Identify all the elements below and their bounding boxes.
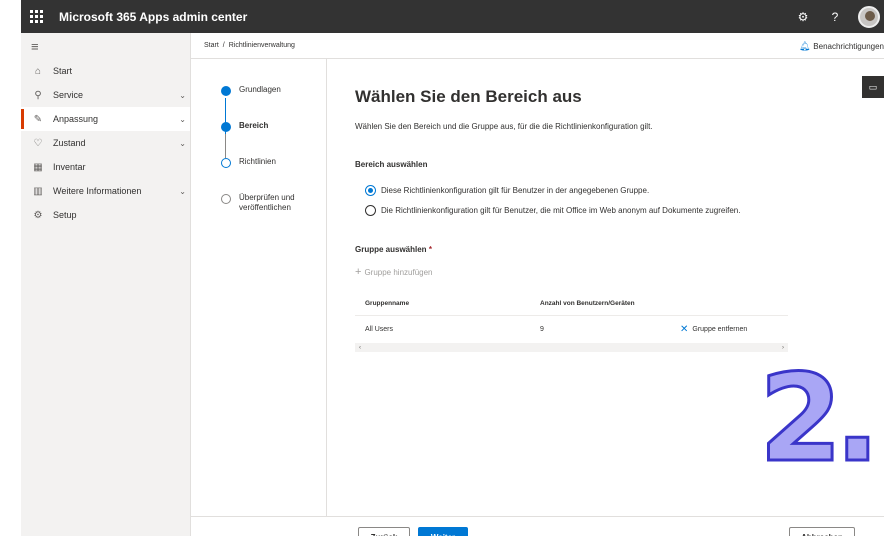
step-label: Grundlagen	[239, 85, 281, 94]
next-button[interactable]: Weiter	[418, 527, 468, 536]
step-grundlagen[interactable]: Grundlagen	[221, 85, 309, 96]
step-next-icon	[221, 158, 231, 168]
sidebar-item-label: Weitere Informationen	[53, 186, 142, 196]
chevron-down-icon[interactable]: ⌄	[179, 139, 186, 148]
horizontal-scrollbar[interactable]: ‹ ›	[355, 343, 788, 352]
sidebar-item-label: Zustand	[53, 138, 86, 148]
step-number-annotation: 2.	[757, 350, 881, 489]
app-window: Microsoft 365 Apps admin center ⚙ ? ≡ ⌂ …	[21, 0, 884, 536]
sidebar-item-service[interactable]: ⚲ Service ⌄	[21, 83, 190, 107]
column-header-user-count[interactable]: Anzahl von Benutzern/Geräten	[540, 291, 635, 315]
inventory-icon: ▦	[33, 161, 43, 173]
cancel-button[interactable]: Abbrechen	[789, 527, 855, 536]
add-group-label: Gruppe hinzufügen	[364, 267, 433, 277]
breadcrumb-separator: /	[222, 42, 225, 49]
step-label: Richtlinien	[239, 157, 276, 166]
sidebar-item-label: Inventar	[53, 162, 86, 172]
feedback-button[interactable]: ▭	[862, 76, 884, 98]
app-launcher-button[interactable]	[21, 0, 51, 33]
sidebar-item-label: Start	[53, 66, 73, 76]
health-icon: ♡	[33, 137, 43, 149]
radio-button-checked[interactable]	[365, 185, 376, 196]
step-label: Überprüfen und veröffentlichen	[239, 193, 295, 212]
step-current-icon	[221, 122, 231, 132]
wizard-stepper: Grundlagen Bereich Richtlinien Überprüfe…	[191, 59, 327, 516]
plus-icon: +	[355, 266, 362, 278]
close-icon: ✕	[680, 323, 689, 335]
gear-icon[interactable]: ⚙	[794, 10, 812, 24]
sidebar-item-zustand[interactable]: ♡ Zustand ⌄	[21, 131, 190, 155]
breadcrumb-home-link[interactable]: Start	[204, 42, 219, 49]
service-icon: ⚲	[34, 89, 42, 101]
cell-user-count: 9	[540, 325, 544, 333]
chevron-down-icon[interactable]: ⌄	[179, 91, 186, 100]
radio-button[interactable]	[365, 205, 376, 216]
scope-option-anonymous[interactable]: Die Richtlinienkonfiguration gilt für Be…	[365, 205, 740, 216]
page-title: Wählen Sie den Bereich aus	[355, 87, 582, 106]
home-icon: ⌂	[34, 65, 42, 77]
scope-option-group[interactable]: Diese Richtlinienkonfiguration gilt für …	[365, 185, 649, 196]
page-description: Wählen Sie den Bereich und die Gruppe au…	[355, 122, 653, 131]
sidebar-item-weitere-informationen[interactable]: ▥ Weitere Informationen ⌄	[21, 179, 190, 203]
chevron-down-icon[interactable]: ⌄	[179, 115, 186, 124]
hamburger-menu-icon[interactable]: ≡	[21, 33, 190, 59]
cell-group-name: All Users	[365, 325, 394, 333]
step-connector	[225, 134, 226, 158]
scope-option-label: Die Richtlinienkonfiguration gilt für Be…	[381, 206, 741, 215]
step-ueberpruefen[interactable]: Überprüfen und veröffentlichen	[221, 193, 309, 213]
sidebar-item-start[interactable]: ⌂ Start	[21, 59, 190, 83]
setup-icon: ⚙	[33, 209, 43, 221]
sidebar: ≡ ⌂ Start ⚲ Service ⌄ ✎ Anpassung ⌄ ♡ Zu…	[21, 33, 191, 536]
remove-group-button[interactable]: ✕ Gruppe entfernen	[680, 316, 747, 342]
help-button[interactable]: ?	[826, 10, 844, 24]
step-richtlinien[interactable]: Richtlinien	[221, 157, 309, 168]
group-section-label: Gruppe auswählen *	[355, 245, 432, 254]
sidebar-item-anpassung[interactable]: ✎ Anpassung ⌄	[21, 107, 190, 131]
bell-icon: 🔔︎	[798, 40, 811, 51]
app-title: Microsoft 365 Apps admin center	[59, 9, 248, 24]
group-table-header: Gruppenname Anzahl von Benutzern/Geräten	[355, 291, 788, 316]
wizard-footer: Zurück Weiter Abbrechen	[191, 516, 884, 536]
sidebar-item-label: Service	[53, 90, 84, 100]
notifications-button[interactable]: 🔔︎ Benachrichtigungen	[799, 33, 884, 59]
sidebar-item-setup[interactable]: ⚙ Setup	[21, 203, 190, 227]
breadcrumb: Start / Richtlinienverwaltung 🔔︎ Benachr…	[191, 33, 884, 59]
remove-group-label: Gruppe entfernen	[692, 325, 748, 333]
top-bar-actions: ⚙ ?	[794, 0, 884, 33]
waffle-icon	[29, 10, 43, 23]
notifications-label: Benachrichtigungen	[813, 41, 884, 51]
column-header-group-name[interactable]: Gruppenname	[365, 291, 409, 315]
chevron-down-icon[interactable]: ⌄	[179, 187, 186, 196]
scope-section-label: Bereich auswählen	[355, 160, 428, 169]
book-icon: ▥	[33, 185, 43, 197]
sidebar-item-label: Anpassung	[53, 114, 99, 124]
customize-icon: ✎	[33, 113, 43, 125]
step-bereich[interactable]: Bereich	[221, 121, 309, 132]
scope-option-label: Diese Richtlinienkonfiguration gilt für …	[381, 186, 650, 195]
chat-icon: ▭	[868, 81, 878, 92]
avatar[interactable]	[858, 5, 880, 28]
remove-group-action[interactable]: ✕ Gruppe entfernen	[680, 324, 747, 335]
sidebar-item-label: Setup	[53, 210, 77, 220]
step-todo-icon	[221, 194, 231, 204]
sidebar-item-inventar[interactable]: ▦ Inventar	[21, 155, 190, 179]
top-bar: Microsoft 365 Apps admin center ⚙ ?	[21, 0, 884, 33]
table-row: All Users 9 ✕ Gruppe entfernen	[355, 316, 788, 342]
add-group-button[interactable]: + Gruppe hinzufügen	[355, 266, 433, 278]
step-complete-icon	[221, 86, 231, 96]
step-label: Bereich	[239, 121, 269, 130]
back-button[interactable]: Zurück	[358, 527, 410, 536]
required-marker: *	[428, 245, 432, 254]
breadcrumb-current: Richtlinienverwaltung	[228, 42, 295, 49]
scroll-left-icon[interactable]: ‹	[359, 345, 361, 351]
group-label-text: Gruppe auswählen	[355, 245, 427, 254]
